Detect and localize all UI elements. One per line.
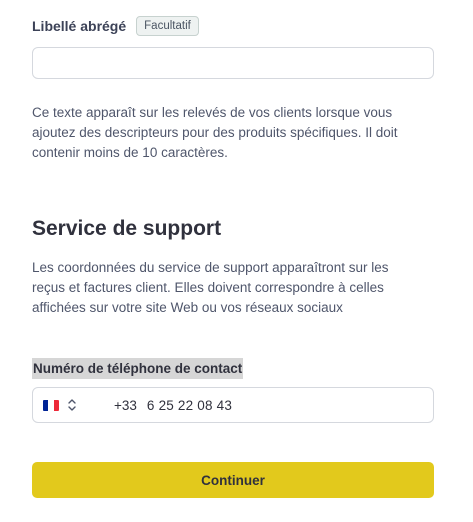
country-selector[interactable] [43, 398, 77, 412]
phone-number-value[interactable]: 6 25 22 08 43 [147, 398, 232, 413]
short-label-input[interactable] [32, 47, 434, 79]
support-section-description: Les coordonnées du service de support ap… [32, 260, 389, 315]
optional-badge: Facultatif [136, 16, 199, 36]
continue-button[interactable]: Continuer [32, 462, 434, 498]
flag-fr-icon [43, 399, 59, 411]
dial-code: +33 [114, 397, 137, 413]
short-label-header: Libellé abrégé Facultatif [32, 16, 199, 36]
short-label-help: Ce texte apparaît sur les relevés de vos… [32, 105, 398, 160]
chevron-up-down-icon [68, 399, 76, 411]
phone-label: Numéro de téléphone de contact [32, 358, 244, 379]
support-section-title: Service de support [32, 217, 222, 240]
short-label-label: Libellé abrégé [32, 18, 127, 34]
phone-field[interactable]: +33 6 25 22 08 43 [32, 387, 434, 423]
